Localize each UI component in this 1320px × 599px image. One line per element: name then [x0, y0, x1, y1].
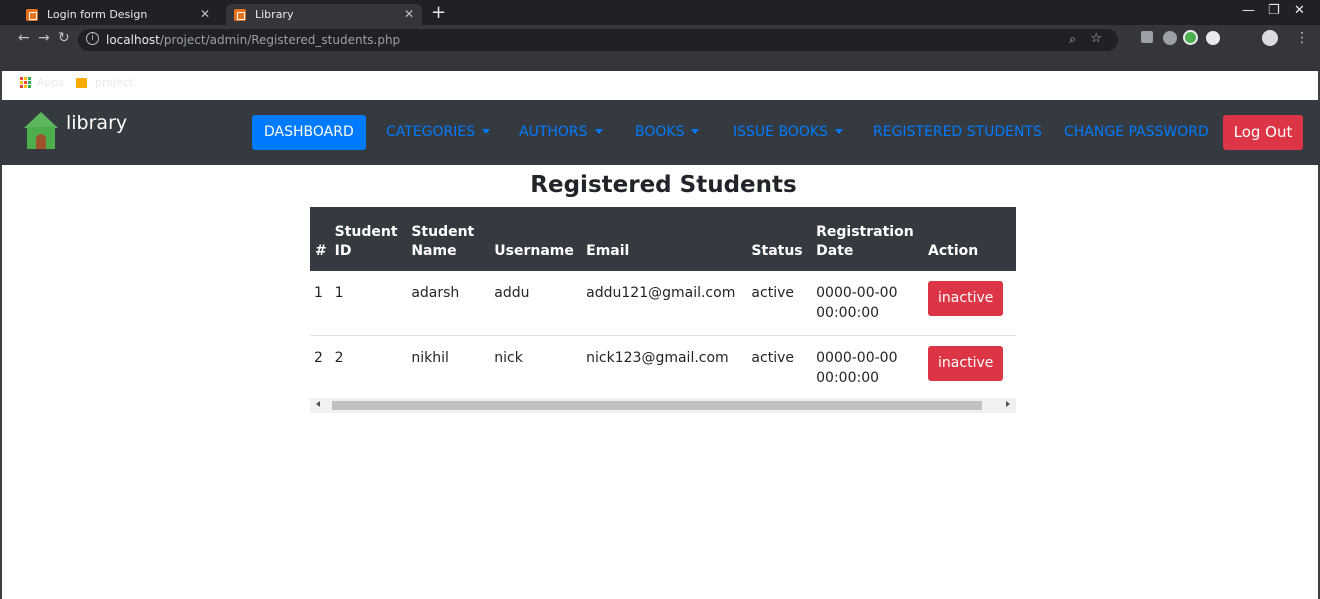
cell-email: nick123@gmail.com: [586, 334, 752, 399]
brand-link[interactable]: library: [24, 108, 127, 150]
cell-status: active: [751, 334, 817, 399]
caret-down-icon: [834, 129, 843, 134]
folder-icon: [76, 77, 87, 88]
extension-icon[interactable]: [1163, 31, 1177, 45]
cell-username: nick: [494, 334, 587, 399]
cell-action: inactive: [928, 271, 1016, 335]
main-navbar: library DASHBOARD CATEGORIES AUTHORS BOO…: [0, 100, 1320, 165]
header-registration-date: Registration Date: [816, 224, 914, 259]
profile-avatar-icon[interactable]: [1262, 30, 1278, 46]
nav-registered-students[interactable]: REGISTERED STUDENTS: [873, 115, 1042, 150]
table-row: 1 1 adarsh addu addu121@gmail.com active…: [310, 271, 1016, 335]
library-house-icon: [24, 108, 58, 150]
caret-down-icon: [482, 129, 491, 134]
page-title: Registered Students: [530, 172, 797, 198]
brand-name: library: [66, 112, 128, 134]
cell-student-id: 2: [334, 334, 412, 399]
info-icon[interactable]: i: [86, 32, 99, 45]
extension-icon[interactable]: [1206, 31, 1220, 45]
extension-icon[interactable]: [1183, 30, 1198, 45]
cell-registration-date: 0000-00-00 00:00:00: [816, 334, 929, 399]
address-bar[interactable]: i localhost/project/admin/Registered_stu…: [78, 29, 1118, 51]
horizontal-scrollbar[interactable]: [310, 398, 1016, 413]
cell-email: addu121@gmail.com: [586, 285, 736, 301]
bookmark-apps[interactable]: Apps: [20, 76, 64, 89]
bookmark-project[interactable]: project: [76, 76, 133, 89]
caret-down-icon: [691, 129, 700, 134]
students-table: # Student ID Student Name Username Email…: [310, 207, 1016, 399]
menu-kebab-icon[interactable]: ⋮: [1295, 30, 1309, 46]
cell-username: addu: [494, 285, 530, 301]
nav-dashboard[interactable]: DASHBOARD: [252, 115, 366, 150]
extension-icon[interactable]: [1141, 31, 1153, 43]
header-student-name: Student Name: [411, 224, 475, 259]
scroll-left-icon[interactable]: [316, 401, 320, 407]
header-num: #: [315, 243, 327, 259]
back-icon[interactable]: ←: [18, 30, 30, 46]
browser-toolbar: ← → ↻ i localhost/project/admin/Register…: [0, 25, 1320, 89]
bookmark-star-icon[interactable]: ☆: [1090, 31, 1102, 46]
logout-button[interactable]: Log Out: [1223, 115, 1303, 150]
close-icon[interactable]: ✕: [200, 7, 210, 21]
cell-student-id: 1: [334, 285, 344, 301]
apps-grid-icon: [20, 77, 31, 88]
minimize-icon[interactable]: —: [1242, 3, 1255, 18]
caret-down-icon: [594, 129, 603, 134]
cell-registration-date: 0000-00-00 00:00:00: [816, 285, 898, 321]
tab-title: Library: [255, 8, 294, 21]
nav-change-password[interactable]: CHANGE PASSWORD: [1064, 115, 1209, 150]
scroll-right-icon[interactable]: [1006, 401, 1010, 407]
cell-status: active: [751, 285, 794, 301]
header-email: Email: [586, 243, 630, 259]
scrollbar-thumb[interactable]: [332, 401, 982, 410]
bookmarks-bar: Apps project: [0, 73, 1320, 93]
header-status: Status: [751, 243, 803, 259]
close-icon[interactable]: ✕: [404, 7, 414, 21]
browser-tab-bar: Login form Design ✕ Library ✕ + — ❐ ✕: [0, 0, 1320, 25]
reload-icon[interactable]: ↻: [58, 30, 70, 46]
header-username: Username: [494, 243, 574, 259]
browser-tab-library[interactable]: Library ✕: [226, 4, 422, 25]
xampp-favicon-icon: [234, 8, 246, 21]
students-table-container: # Student ID Student Name Username Email…: [310, 207, 1016, 420]
cell-student-name: adarsh: [411, 285, 460, 301]
maximize-icon[interactable]: ❐: [1268, 3, 1280, 18]
zoom-icon[interactable]: ⌕: [1069, 32, 1076, 47]
header-student-id: Student ID: [334, 224, 398, 259]
nav-books[interactable]: BOOKS: [635, 115, 700, 150]
cell-action: inactive: [928, 334, 1016, 399]
nav-issue-books[interactable]: ISSUE BOOKS: [733, 115, 843, 150]
browser-tab-login[interactable]: Login form Design ✕: [18, 4, 218, 25]
url-text[interactable]: localhost/project/admin/Registered_stude…: [106, 33, 400, 47]
nav-authors[interactable]: AUTHORS: [519, 115, 603, 150]
forward-icon[interactable]: →: [38, 30, 50, 46]
inactive-button[interactable]: inactive: [928, 345, 1004, 381]
nav-categories[interactable]: CATEGORIES: [386, 115, 491, 150]
cell-num: 2: [310, 334, 335, 399]
table-row: 2 2 nikhil nick nick123@gmail.com active…: [310, 334, 1016, 399]
close-window-icon[interactable]: ✕: [1294, 3, 1305, 18]
xampp-favicon-icon: [26, 8, 38, 21]
cell-num: 1: [314, 285, 323, 301]
header-action: Action: [928, 243, 979, 259]
new-tab-icon[interactable]: +: [431, 2, 446, 23]
inactive-button[interactable]: inactive: [928, 281, 1004, 316]
table-header-row: # Student ID Student Name Username Email…: [310, 207, 1016, 271]
tab-title: Login form Design: [47, 8, 148, 21]
cell-student-name: nikhil: [411, 334, 495, 399]
